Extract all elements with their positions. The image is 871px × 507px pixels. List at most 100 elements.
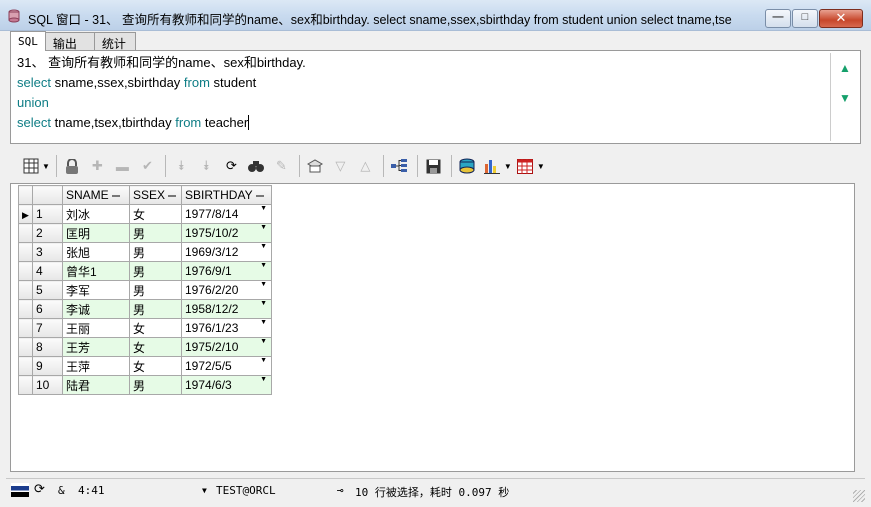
cell-ssex[interactable]: 男 bbox=[129, 375, 182, 395]
column-header-sbirthday[interactable]: SBIRTHDAY bbox=[181, 185, 272, 205]
cell-sname[interactable]: 刘冰 bbox=[62, 204, 130, 224]
row-indicator[interactable] bbox=[18, 318, 33, 338]
row-indicator[interactable] bbox=[18, 261, 33, 281]
refresh-icon[interactable]: ⟳ bbox=[221, 156, 242, 177]
chevron-down-icon[interactable]: ▼ bbox=[537, 162, 545, 171]
cell-sname[interactable]: 王萍 bbox=[62, 356, 130, 376]
date-dropdown-icon[interactable]: ▼ bbox=[260, 319, 267, 326]
date-dropdown-icon[interactable]: ▼ bbox=[260, 338, 267, 345]
date-dropdown-icon[interactable]: ▼ bbox=[260, 262, 267, 269]
date-dropdown-icon[interactable]: ▼ bbox=[260, 243, 267, 250]
cell-sname[interactable]: 李诚 bbox=[62, 299, 130, 319]
table-row[interactable]: 3 张旭 男 1969/3/12 ▼ bbox=[18, 242, 272, 262]
chart-icon[interactable] bbox=[482, 156, 503, 177]
cell-ssex[interactable]: 女 bbox=[129, 337, 182, 357]
row-indicator[interactable] bbox=[18, 280, 33, 300]
table-row[interactable]: 9 王萍 女 1972/5/5 ▼ bbox=[18, 356, 272, 376]
chevron-down-icon[interactable]: ▼ bbox=[202, 486, 207, 495]
cell-sbirthday[interactable]: 1972/5/5 ▼ bbox=[181, 356, 272, 376]
delete-record-icon[interactable]: ▬ bbox=[112, 156, 133, 177]
date-dropdown-icon[interactable]: ▼ bbox=[260, 357, 267, 364]
query-by-example-icon[interactable] bbox=[305, 156, 326, 177]
cell-ssex[interactable]: 男 bbox=[129, 299, 182, 319]
post-record-icon[interactable]: ✔ bbox=[137, 156, 158, 177]
row-indicator[interactable] bbox=[18, 242, 33, 262]
table-row[interactable]: ▶ 1 刘冰 女 1977/8/14 ▼ bbox=[18, 204, 272, 224]
column-header-ssex[interactable]: SSEX bbox=[129, 185, 182, 205]
sql-editor[interactable]: 31、 查询所有教师和同学的name、sex和birthday. select s… bbox=[13, 53, 831, 141]
row-indicator[interactable] bbox=[18, 375, 33, 395]
export-icon[interactable] bbox=[457, 156, 478, 177]
previous-icon[interactable]: ▽ bbox=[330, 156, 351, 177]
add-record-icon[interactable]: ✚ bbox=[87, 156, 108, 177]
cell-ssex[interactable]: 女 bbox=[129, 204, 182, 224]
cell-ssex[interactable]: 男 bbox=[129, 242, 182, 262]
resize-grip[interactable] bbox=[853, 490, 865, 502]
close-button[interactable]: ✕ bbox=[819, 9, 863, 28]
cell-sbirthday[interactable]: 1975/10/2 ▼ bbox=[181, 223, 272, 243]
tab-statistics[interactable]: 统计 bbox=[93, 32, 136, 51]
cell-sbirthday[interactable]: 1974/6/3 ▼ bbox=[181, 375, 272, 395]
date-dropdown-icon[interactable]: ▼ bbox=[260, 224, 267, 231]
cell-sbirthday[interactable]: 1977/8/14 ▼ bbox=[181, 204, 272, 224]
cell-ssex[interactable]: 男 bbox=[129, 280, 182, 300]
table-row[interactable]: 6 李诚 男 1958/12/2 ▼ bbox=[18, 299, 272, 319]
table-row[interactable]: 8 王芳 女 1975/2/10 ▼ bbox=[18, 337, 272, 357]
tab-sql[interactable]: SQL bbox=[10, 31, 46, 51]
cell-sbirthday[interactable]: 1976/9/1 ▼ bbox=[181, 261, 272, 281]
find-icon[interactable] bbox=[246, 156, 267, 177]
record-tree-icon[interactable] bbox=[389, 156, 410, 177]
fetch-last-icon[interactable]: ⯯ bbox=[196, 156, 217, 177]
lock-icon[interactable] bbox=[62, 156, 83, 177]
cell-sname[interactable]: 陆君 bbox=[62, 375, 130, 395]
chevron-down-icon[interactable]: ▼ bbox=[42, 162, 50, 171]
table-row[interactable]: 4 曾华1 男 1976/9/1 ▼ bbox=[18, 261, 272, 281]
cell-ssex[interactable]: 女 bbox=[129, 318, 182, 338]
connection-label[interactable]: TEST@ORCL bbox=[216, 484, 276, 497]
date-dropdown-icon[interactable]: ▼ bbox=[260, 281, 267, 288]
row-indicator[interactable] bbox=[18, 337, 33, 357]
table-row[interactable]: 7 王丽 女 1976/1/23 ▼ bbox=[18, 318, 272, 338]
grid-view-icon[interactable] bbox=[20, 156, 41, 177]
cell-sbirthday[interactable]: 1975/2/10 ▼ bbox=[181, 337, 272, 357]
save-icon[interactable] bbox=[423, 156, 444, 177]
date-dropdown-icon[interactable]: ▼ bbox=[260, 205, 267, 212]
maximize-button[interactable]: □ bbox=[792, 9, 818, 28]
clear-icon[interactable]: ✎ bbox=[271, 156, 292, 177]
scroll-up-icon[interactable]: ▲ bbox=[838, 61, 852, 75]
cell-ssex[interactable]: 男 bbox=[129, 223, 182, 243]
date-dropdown-icon[interactable]: ▼ bbox=[260, 300, 267, 307]
table-icon[interactable] bbox=[515, 156, 536, 177]
title-bar: SQL 窗口 - 31、 查询所有教师和同学的name、sex和birthday… bbox=[0, 0, 871, 31]
column-header-sname[interactable]: SNAME bbox=[62, 185, 130, 205]
row-indicator[interactable] bbox=[18, 299, 33, 319]
next-icon[interactable]: △ bbox=[355, 156, 376, 177]
cell-ssex[interactable]: 女 bbox=[129, 356, 182, 376]
table-row[interactable]: 2 匡明 男 1975/10/2 ▼ bbox=[18, 223, 272, 243]
table-row[interactable]: 5 李军 男 1976/2/20 ▼ bbox=[18, 280, 272, 300]
cell-sbirthday[interactable]: 1958/12/2 ▼ bbox=[181, 299, 272, 319]
cell-sbirthday[interactable]: 1976/2/20 ▼ bbox=[181, 280, 272, 300]
cell-sname[interactable]: 张旭 bbox=[62, 242, 130, 262]
row-indicator[interactable]: ▶ bbox=[18, 204, 33, 224]
cell-sname[interactable]: 曾华1 bbox=[62, 261, 130, 281]
cell-sname[interactable]: 王芳 bbox=[62, 337, 130, 357]
cell-sbirthday[interactable]: 1976/1/23 ▼ bbox=[181, 318, 272, 338]
scroll-down-icon[interactable]: ▼ bbox=[838, 91, 852, 105]
cell-sbirthday[interactable]: 1969/3/12 ▼ bbox=[181, 242, 272, 262]
row-indicator[interactable] bbox=[18, 223, 33, 243]
table-row[interactable]: 10 陆君 男 1974/6/3 ▼ bbox=[18, 375, 272, 395]
tab-output[interactable]: 输出 bbox=[44, 32, 95, 51]
separator bbox=[298, 155, 300, 177]
date-dropdown-icon[interactable]: ▼ bbox=[260, 376, 267, 383]
chevron-down-icon[interactable]: ▼ bbox=[504, 162, 512, 171]
cell-sname[interactable]: 匡明 bbox=[62, 223, 130, 243]
row-indicator[interactable] bbox=[18, 356, 33, 376]
cell-sname[interactable]: 王丽 bbox=[62, 318, 130, 338]
cell-ssex[interactable]: 男 bbox=[129, 261, 182, 281]
row-number: 4 bbox=[32, 261, 63, 281]
cell-sname[interactable]: 李军 bbox=[62, 280, 130, 300]
fetch-next-icon[interactable]: ⯯ bbox=[171, 156, 192, 177]
minimize-button[interactable]: — bbox=[765, 9, 791, 28]
refresh-icon[interactable]: ⟳ bbox=[34, 482, 45, 497]
